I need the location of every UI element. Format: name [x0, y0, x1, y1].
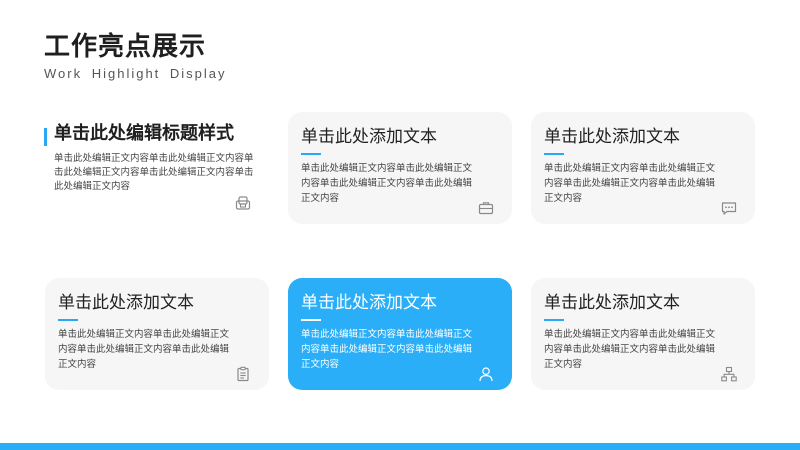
card-heading: 单击此处添加文本 [544, 127, 680, 147]
page-title: 工作亮点展示 [44, 32, 207, 62]
card-body: 单击此处编辑正文内容单击此处编辑正文内容单击此处编辑正文内容单击此处编辑正文内容 [58, 329, 230, 370]
highlight-card-5[interactable]: 单击此处添加文本 单击此处编辑正文内容单击此处编辑正文内容单击此处编辑正文内容单… [531, 278, 755, 390]
card-heading: 单击此处添加文本 [301, 293, 437, 313]
feature-heading[interactable]: 单击此处编辑标题样式 [54, 120, 234, 148]
clipboard-icon [237, 366, 249, 382]
feature-block: 单击此处编辑标题样式 单击此处编辑正文内容单击此处编辑正文内容单击此处编辑正文内… [44, 118, 259, 218]
card-body: 单击此处编辑正文内容单击此处编辑正文内容单击此处编辑正文内容单击此处编辑正文内容 [544, 163, 716, 204]
card-heading: 单击此处添加文本 [58, 293, 194, 313]
page-subtitle: Work Highlight Display [44, 66, 227, 81]
card-underline [544, 153, 564, 155]
card-underline [301, 319, 321, 321]
copy-icon [235, 196, 251, 210]
highlight-card-3[interactable]: 单击此处添加文本 单击此处编辑正文内容单击此处编辑正文内容单击此处编辑正文内容单… [45, 278, 269, 390]
feature-accent-bar [44, 128, 47, 146]
card-underline [544, 319, 564, 321]
card-heading: 单击此处添加文本 [544, 293, 680, 313]
card-body: 单击此处编辑正文内容单击此处编辑正文内容单击此处编辑正文内容单击此处编辑正文内容 [544, 329, 716, 370]
feature-body[interactable]: 单击此处编辑正文内容单击此处编辑正文内容单击此处编辑正文内容单击此处编辑正文内容… [54, 152, 254, 194]
card-body: 单击此处编辑正文内容单击此处编辑正文内容单击此处编辑正文内容单击此处编辑正文内容 [301, 329, 473, 370]
card-underline [58, 319, 78, 321]
card-underline [301, 153, 321, 155]
chat-icon [721, 202, 737, 215]
highlight-card-2[interactable]: 单击此处添加文本 单击此处编辑正文内容单击此处编辑正文内容单击此处编辑正文内容单… [531, 112, 755, 224]
highlight-card-1[interactable]: 单击此处添加文本 单击此处编辑正文内容单击此处编辑正文内容单击此处编辑正文内容单… [288, 112, 512, 224]
card-heading: 单击此处添加文本 [301, 127, 437, 147]
highlight-card-4[interactable]: 单击此处添加文本 单击此处编辑正文内容单击此处编辑正文内容单击此处编辑正文内容单… [288, 278, 512, 390]
card-body: 单击此处编辑正文内容单击此处编辑正文内容单击此处编辑正文内容单击此处编辑正文内容 [301, 163, 473, 204]
sitemap-icon [721, 366, 737, 382]
briefcase-icon [478, 202, 494, 215]
user-icon [479, 367, 493, 382]
bottom-accent-bar [0, 443, 800, 450]
